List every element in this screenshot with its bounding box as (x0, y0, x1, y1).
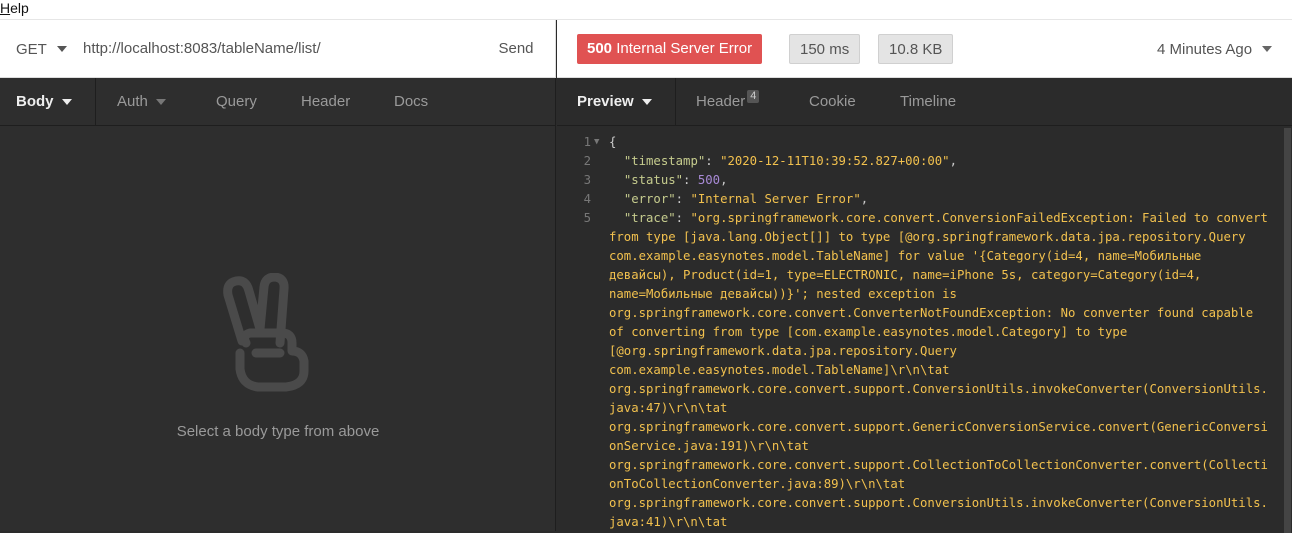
line-number: 4 (583, 192, 591, 206)
json-open-brace: { (609, 135, 617, 149)
json-line-trace: "trace": "org.springframework.core.conve… (623, 211, 1268, 225)
menu-bar: Help (0, 0, 1292, 20)
history-dropdown[interactable]: 4 Minutes Ago (1157, 20, 1273, 78)
fold-caret-icon[interactable]: ▼ (594, 133, 599, 152)
chevron-down-icon (61, 99, 72, 106)
request-pane: Body Auth Query Header Docs Select a bod… (0, 78, 556, 531)
trace-wrap-line: org.springframework.core.convert.support… (609, 382, 1268, 396)
json-line-error: "error": "Internal Server Error", (623, 192, 869, 206)
tab-cookie[interactable]: Cookie (809, 78, 856, 126)
json-key: "trace" (623, 211, 676, 225)
trace-wrap-line: onToCollectionConverter.java:89)\r\n\tat (609, 477, 906, 491)
status-badge: 500 Internal Server Error (577, 34, 763, 64)
trace-wrap-line: java:41)\r\n\tat (609, 515, 728, 529)
chevron-down-icon (56, 46, 67, 52)
history-label: 4 Minutes Ago (1157, 40, 1253, 58)
trace-wrap-line: onService.java:191)\r\n\tat (609, 439, 809, 453)
line-number: 3 (583, 173, 591, 187)
chevron-down-icon (1262, 46, 1273, 52)
chevron-down-icon (155, 99, 166, 106)
line-number: 5 (583, 211, 591, 225)
trace-wrap-line: of converting from type [com.example.eas… (609, 325, 1128, 339)
response-size-badge: 10.8 KB (878, 34, 954, 64)
tab-response-header[interactable]: Header 4 (696, 78, 760, 126)
trace-wrap-line: com.example.easynotes.model.TableName] f… (609, 249, 1202, 263)
empty-body-message: Select a body type from above (176, 423, 380, 440)
method-dropdown[interactable]: GET (16, 20, 67, 78)
json-string: "2020-12-11T10:39:52.827+00:00" (720, 154, 950, 168)
response-status-bar: 500 Internal Server Error 150 ms 10.8 KB… (557, 20, 1292, 78)
scrollbar-thumb[interactable] (1284, 128, 1291, 533)
trace-wrap-line: org.springframework.core.convert.Convert… (609, 306, 1254, 320)
url-input[interactable]: http://localhost:8083/tableName/list/ (83, 20, 321, 78)
menu-help[interactable]: Help (0, 0, 29, 16)
tab-timeline[interactable]: Timeline (900, 78, 956, 126)
response-time-badge: 150 ms (789, 34, 861, 64)
tab-divider (675, 78, 676, 126)
tab-auth[interactable]: Auth (117, 78, 166, 126)
json-string: "Internal Server Error" (690, 192, 861, 206)
trace-wrap-line: девайсы), Product(id=1, type=ELECTRONIC,… (609, 268, 1202, 282)
tab-header[interactable]: Header (301, 78, 350, 126)
json-line-status: "status": 500, (623, 173, 728, 187)
json-number: 500 (697, 173, 721, 187)
request-tabs: Body Auth Query Header Docs (0, 78, 555, 126)
tab-body[interactable]: Body (16, 78, 72, 126)
trace-wrap-line: com.example.easynotes.model.TableName]\r… (609, 363, 950, 377)
tab-preview[interactable]: Preview (577, 78, 652, 126)
response-pane: Preview Header 4 Cookie Timeline 1 ▼ { 2 … (557, 78, 1292, 533)
header-count-badge: 4 (747, 90, 760, 103)
trace-wrap-line: from type [java.lang.Object[]] to type [… (609, 230, 1246, 244)
json-key: "status" (623, 173, 684, 187)
json-key: "timestamp" (623, 154, 706, 168)
json-key: "error" (623, 192, 676, 206)
trace-wrap-line: org.springframework.core.convert.support… (609, 496, 1268, 510)
method-label: GET (16, 40, 47, 58)
trace-wrap-line: org.springframework.core.convert.support… (609, 458, 1268, 472)
chevron-down-icon (641, 99, 652, 106)
trace-wrap-line: name=Мобильные девайсы))}'; nested excep… (609, 287, 957, 301)
trace-wrap-line: java:47)\r\n\tat (609, 401, 728, 415)
json-string: "org.springframework.core.convert.Conver… (690, 211, 1268, 225)
request-url-bar: GET http://localhost:8083/tableName/list… (0, 20, 556, 78)
json-line-timestamp: "timestamp": "2020-12-11T10:39:52.827+00… (623, 154, 957, 168)
peace-hand-icon (223, 273, 309, 392)
line-number: 1 (583, 135, 591, 149)
send-button[interactable]: Send (486, 20, 546, 78)
line-number: 2 (583, 154, 591, 168)
response-body-viewer[interactable]: 1 ▼ { 2 "timestamp": "2020-12-11T10:39:5… (557, 128, 1282, 531)
tab-query[interactable]: Query (216, 78, 257, 126)
trace-wrap-line: org.springframework.core.convert.support… (609, 420, 1268, 434)
trace-wrap-line: [@org.springframework.data.jpa.repositor… (609, 344, 957, 358)
vertical-scrollbar[interactable] (1283, 126, 1292, 533)
tab-divider (95, 78, 96, 126)
response-tabs: Preview Header 4 Cookie Timeline (557, 78, 1292, 126)
tab-docs[interactable]: Docs (394, 78, 428, 126)
